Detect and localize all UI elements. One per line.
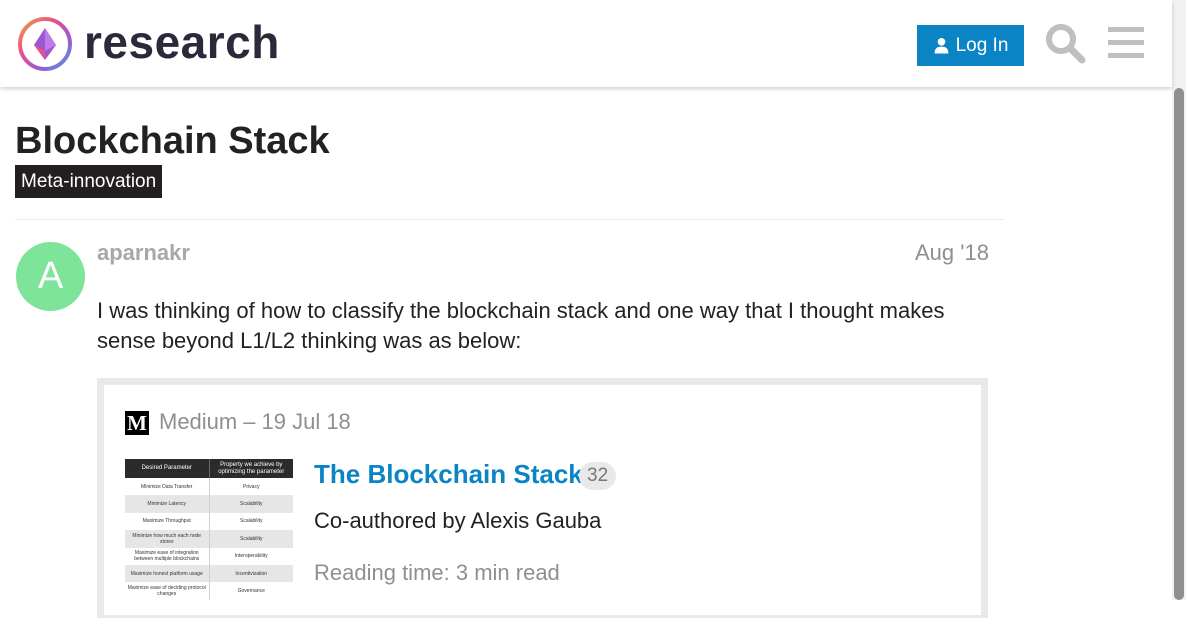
article-title-link[interactable]: The Blockchain Stack bbox=[314, 458, 583, 490]
thumbnail-cell: Interoperability bbox=[234, 553, 268, 560]
thumbnail-cell: Scalability bbox=[239, 535, 263, 542]
thumbnail-row: Maximize Throughput Scalability bbox=[125, 512, 293, 531]
scrollbar-thumb[interactable] bbox=[1174, 88, 1184, 600]
article-reading-time: Reading time: 3 min read bbox=[314, 560, 560, 585]
thumbnail-cell: Privacy bbox=[243, 483, 260, 490]
site-header: research Log In bbox=[0, 0, 1172, 87]
thumbnail-cell: Minimize Data Transfer bbox=[125, 478, 210, 496]
login-label: Log In bbox=[955, 34, 1009, 56]
login-button[interactable]: Log In bbox=[917, 25, 1024, 66]
source-separator: – bbox=[243, 409, 256, 434]
post-username[interactable]: aparnakr bbox=[97, 240, 190, 266]
thumbnail-cell: Incentivization bbox=[235, 570, 268, 577]
thumbnail-cell: Minimize Latency bbox=[125, 495, 210, 513]
hamburger-menu-icon[interactable] bbox=[1106, 24, 1146, 62]
avatar[interactable]: A bbox=[16, 242, 85, 311]
thumbnail-cell: Governance bbox=[237, 588, 265, 595]
thumbnail-cell: Maximize ease of deciding protocol chang… bbox=[125, 582, 210, 600]
article-description: Co-authored by Alexis Gauba bbox=[314, 508, 602, 533]
thumbnail-cell: Scalability bbox=[239, 518, 263, 525]
post-date[interactable]: Aug '18 bbox=[915, 240, 989, 266]
thumbnail-cell: Scalability bbox=[239, 501, 263, 508]
category-badge[interactable]: Meta-innovation bbox=[15, 165, 163, 198]
thumbnail-row: Minimize Data Transfer Privacy bbox=[125, 478, 293, 496]
thumbnail-row: Maximize ease of deciding protocol chang… bbox=[125, 582, 293, 600]
medium-logo-icon: M bbox=[125, 411, 149, 435]
thumbnail-header-cell: Property we achieve by optimizing the pa… bbox=[209, 459, 293, 478]
thumbnail-header-row: Desired Parameter Property we achieve by… bbox=[125, 459, 293, 478]
source-date: 19 Jul 18 bbox=[261, 409, 351, 434]
post-body: I was thinking of how to classify the bl… bbox=[97, 298, 945, 353]
thumbnail-header-cell: Desired Parameter bbox=[125, 459, 210, 478]
site-logo-icon[interactable] bbox=[16, 15, 74, 73]
thumbnail-cell: Minimize how much each node stores bbox=[125, 530, 210, 548]
thumbnail-row: Maximize honest platform usage Incentivi… bbox=[125, 564, 293, 583]
search-icon[interactable] bbox=[1044, 22, 1086, 64]
thumbnail-cell: Maximize ease of integration between mul… bbox=[125, 547, 210, 565]
title-divider bbox=[15, 219, 1004, 220]
thumbnail-row: Minimize Latency Scalability bbox=[125, 495, 293, 513]
thumbnail-row: Maximize ease of integration between mul… bbox=[125, 547, 293, 565]
thumbnail-cell: Maximize honest platform usage bbox=[125, 564, 210, 583]
click-count-badge: 32 bbox=[579, 462, 617, 490]
article-thumbnail[interactable]: Desired Parameter Property we achieve by… bbox=[125, 459, 293, 609]
onebox-source[interactable]: Medium –19 Jul 18 bbox=[159, 408, 351, 436]
site-brand[interactable]: research bbox=[84, 14, 280, 70]
thumbnail-cell: Maximize Throughput bbox=[125, 512, 210, 531]
user-icon bbox=[934, 37, 948, 54]
thumbnail-row: Minimize how much each node stores Scala… bbox=[125, 530, 293, 548]
source-name: Medium bbox=[159, 409, 238, 434]
topic-title[interactable]: Blockchain Stack bbox=[15, 118, 330, 164]
